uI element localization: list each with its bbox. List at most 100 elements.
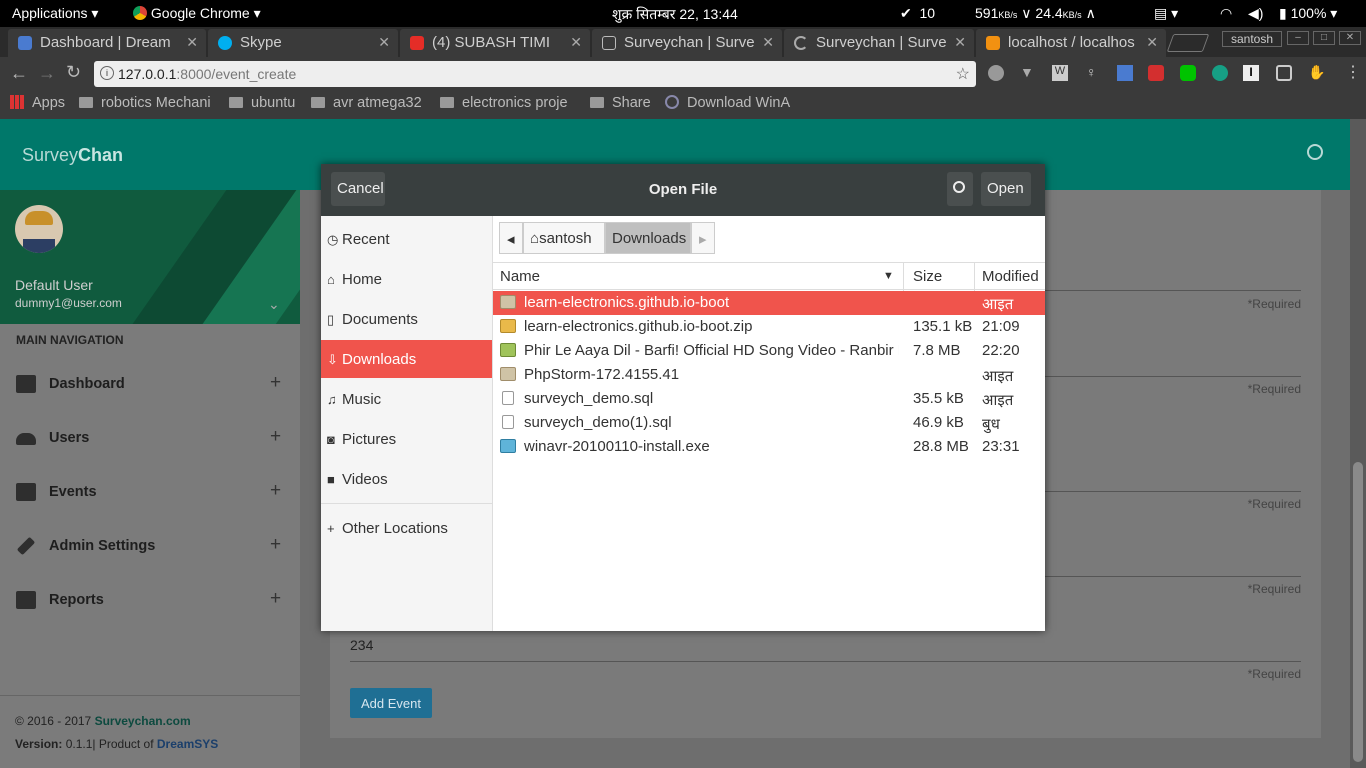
sidebar-item-dashboard[interactable]: Dashboard + — [0, 358, 300, 412]
bookmark-apps[interactable]: Apps — [10, 95, 65, 111]
translate-extension-icon[interactable] — [1117, 65, 1133, 81]
file-row[interactable]: PhpStorm-172.4155.41 आइत — [493, 363, 1045, 387]
file-modified: बुध — [982, 416, 1000, 433]
brand-logo[interactable]: SurveyChan — [22, 145, 123, 166]
version-label: Version: — [15, 737, 63, 751]
m-extension-icon[interactable] — [1212, 65, 1228, 81]
add-event-button[interactable]: Add Event — [350, 688, 432, 718]
sidebar-item-events[interactable]: Events + — [0, 466, 300, 520]
sidebar-item-reports[interactable]: Reports + — [0, 574, 300, 628]
back-icon[interactable]: ← — [10, 63, 28, 84]
place-recent[interactable]: ◷ Recent — [321, 220, 492, 258]
address-bar[interactable]: i 127.0.0.1:8000/event_create ☆ — [94, 61, 976, 87]
breadcrumb-forward[interactable]: ▸ — [691, 222, 715, 254]
sort-down-icon[interactable]: ▼ — [883, 270, 894, 282]
breadcrumb-santosh[interactable]: ⌂santosh — [523, 222, 605, 254]
file-row[interactable]: winavr-20100110-install.exe 28.8 MB 23:31 — [493, 435, 1045, 459]
close-icon[interactable]: ✕ — [762, 34, 774, 51]
wikipedia-extension-icon[interactable]: W — [1052, 65, 1068, 81]
bulb-extension-icon[interactable]: ♀ — [1086, 64, 1097, 80]
instapaper-extension-icon[interactable]: I — [1243, 65, 1259, 81]
red-extension-icon[interactable] — [1148, 65, 1164, 81]
clipboard-icon[interactable]: ▤ ▾ — [1154, 5, 1178, 22]
line-extension-icon[interactable] — [1180, 65, 1196, 81]
tab-surveychan-2[interactable]: Surveychan | Surve ✕ — [784, 29, 974, 57]
chevron-down-icon[interactable]: ⌄ — [268, 296, 280, 313]
breadcrumb-back[interactable]: ◂ — [499, 222, 523, 254]
file-row[interactable]: learn-electronics.github.io-boot.zip 135.… — [493, 315, 1045, 339]
search-icon[interactable] — [1307, 144, 1323, 160]
tab-dashboard[interactable]: Dashboard | Dream ✕ — [8, 29, 206, 57]
place-pictures[interactable]: ◙ Pictures — [321, 420, 492, 458]
tab-skype[interactable]: Skype ✕ — [208, 29, 398, 57]
open-button[interactable]: Open — [981, 172, 1031, 206]
bookmark-label: robotics Mechani — [101, 95, 211, 111]
battery-indicator[interactable]: ▮ 100% ▾ — [1279, 5, 1337, 22]
bookmark-avr[interactable]: avr atmega32 — [311, 95, 422, 111]
bookmark-ubuntu[interactable]: ubuntu — [229, 95, 295, 111]
minimize-button[interactable]: – — [1287, 31, 1309, 45]
volume-icon[interactable]: ◀) — [1248, 5, 1263, 22]
file-row[interactable]: Phir Le Aaya Dil - Barfi! Official HD So… — [493, 339, 1045, 363]
search-button[interactable] — [947, 172, 973, 206]
wifi-icon[interactable]: ◠ — [1220, 5, 1232, 22]
place-home[interactable]: ⌂ Home — [321, 260, 492, 298]
new-tab-button[interactable] — [1166, 34, 1210, 52]
settings-extension-icon[interactable] — [988, 65, 1004, 81]
place-videos[interactable]: ■ Videos — [321, 460, 492, 498]
menu-icon[interactable]: ⋮ — [1345, 62, 1361, 82]
file-row[interactable]: surveych_demo(1).sql 46.9 kB बुध — [493, 411, 1045, 435]
column-size[interactable]: Size — [913, 268, 942, 285]
close-icon[interactable]: ✕ — [954, 34, 966, 51]
number-field[interactable]: 234 — [350, 637, 1301, 662]
breadcrumb-downloads[interactable]: Downloads — [605, 222, 691, 254]
bookmark-share[interactable]: Share — [590, 95, 651, 111]
close-icon[interactable]: ✕ — [378, 34, 390, 51]
close-icon[interactable]: ✕ — [186, 34, 198, 51]
folder-icon — [311, 97, 325, 108]
hand-extension-icon[interactable]: ✋ — [1308, 64, 1325, 81]
place-documents[interactable]: ▯ Documents — [321, 300, 492, 338]
place-label: Documents — [342, 311, 418, 328]
network-speed[interactable]: 591KB/s ∨ 24.4KB/s ∧ — [975, 5, 1096, 22]
place-other-locations[interactable]: + Other Locations — [321, 509, 492, 547]
bookmark-download-winavr[interactable]: Download WinA — [665, 95, 790, 111]
active-app-menu[interactable]: Google Chrome ▾ — [133, 5, 261, 22]
column-modified[interactable]: Modified — [982, 268, 1039, 285]
close-window-button[interactable]: ✕ — [1339, 31, 1361, 45]
copyright-link[interactable]: Surveychan.com — [95, 714, 191, 728]
place-label: Home — [342, 271, 383, 288]
place-downloads[interactable]: ⇩ Downloads — [321, 340, 492, 378]
file-size: 135.1 kB — [913, 318, 973, 335]
maximize-button[interactable]: □ — [1313, 31, 1335, 45]
file-row[interactable]: learn-electronics.github.io-boot आइत — [493, 291, 1045, 315]
close-icon[interactable]: ✕ — [570, 34, 582, 51]
tasks-indicator[interactable]: ✔ 10 — [900, 5, 935, 22]
sidebar-item-admin-settings[interactable]: Admin Settings + — [0, 520, 300, 574]
star-icon[interactable]: ☆ — [956, 64, 970, 84]
column-name[interactable]: Name — [500, 268, 540, 285]
vivaldi-extension-icon[interactable]: ▼ — [1020, 64, 1034, 80]
reload-icon[interactable]: ↻ — [66, 62, 81, 83]
vendor-link[interactable]: DreamSYS — [157, 737, 218, 751]
clip-extension-icon[interactable] — [1276, 65, 1292, 81]
file-row[interactable]: surveych_demo.sql 35.5 kB आइत — [493, 387, 1045, 411]
sidebar-item-users[interactable]: Users + — [0, 412, 300, 466]
file-name: surveych_demo.sql — [524, 390, 654, 407]
profile-button[interactable]: santosh — [1222, 31, 1283, 47]
bookmark-robotics[interactable]: robotics Mechani — [79, 95, 211, 111]
avatar — [15, 205, 63, 253]
forward-icon[interactable]: → — [38, 63, 56, 84]
applications-menu[interactable]: Applications ▾ — [12, 5, 98, 22]
scrollbar-thumb[interactable] — [1353, 462, 1363, 762]
tab-surveychan-1[interactable]: Surveychan | Surve ✕ — [592, 29, 782, 57]
download-icon: ⇩ — [327, 352, 338, 367]
tab-youtube[interactable]: (4) SUBASH TIMI ✕ — [400, 29, 590, 57]
place-music[interactable]: ♫ Music — [321, 380, 492, 418]
sidebar-item-label: Events — [49, 484, 97, 500]
tab-phpmyadmin[interactable]: localhost / localhos ✕ — [976, 29, 1166, 57]
close-icon[interactable]: ✕ — [1146, 34, 1158, 51]
wrench-icon — [16, 536, 36, 556]
clock[interactable]: शुक्र सितम्बर 22, 13:44 — [612, 5, 738, 24]
bookmark-electronics[interactable]: electronics proje — [440, 95, 568, 111]
